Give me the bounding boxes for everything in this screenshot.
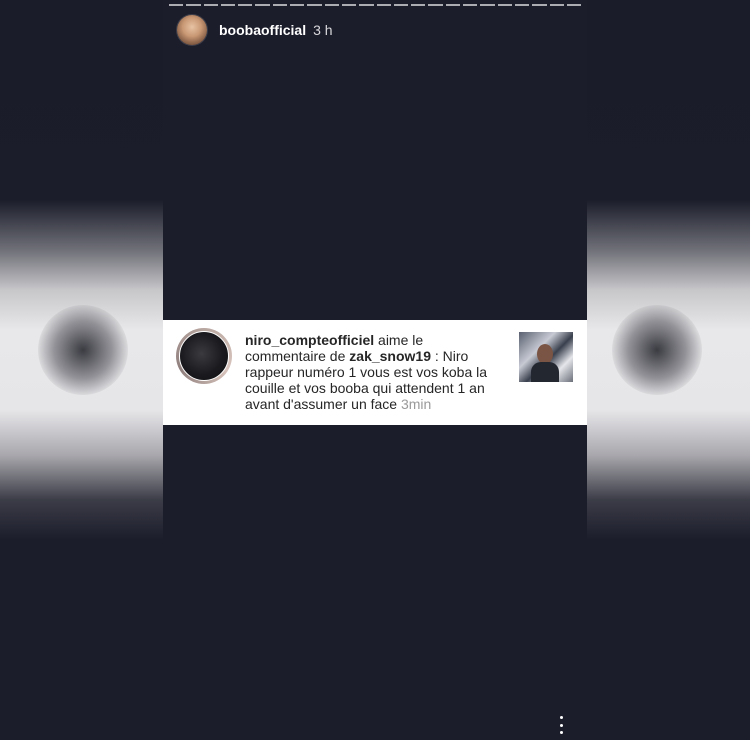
progress-segment bbox=[445, 4, 461, 6]
activity-notification-card: niro_compteofficiel aime le commentaire … bbox=[163, 320, 587, 425]
profile-avatar[interactable] bbox=[177, 15, 207, 45]
notification-time: 3min bbox=[400, 396, 432, 412]
progress-segment bbox=[497, 4, 512, 6]
progress-segment bbox=[532, 4, 547, 6]
story-header: boobaofficial 3 h bbox=[177, 14, 333, 46]
progress-segment bbox=[376, 4, 391, 6]
progress-segment bbox=[272, 4, 288, 6]
progress-segment bbox=[238, 4, 253, 6]
blurred-avatar-right bbox=[612, 305, 702, 395]
notification-mention[interactable]: zak_snow19 bbox=[349, 348, 431, 364]
progress-segment bbox=[341, 4, 357, 6]
story-username[interactable]: boobaofficial bbox=[219, 22, 306, 38]
progress-segment bbox=[514, 4, 530, 6]
progress-segment bbox=[393, 4, 409, 6]
notification-avatar-ring[interactable] bbox=[176, 328, 232, 384]
thumbnail-face bbox=[537, 344, 553, 364]
story-time: 3 h bbox=[313, 22, 333, 38]
progress-segment bbox=[186, 4, 201, 6]
progress-segment bbox=[480, 4, 495, 6]
progress-segment bbox=[169, 4, 184, 6]
progress-segment bbox=[290, 4, 305, 6]
progress-segment bbox=[428, 4, 443, 6]
more-vertical-icon[interactable] bbox=[555, 714, 567, 736]
more-dot bbox=[559, 723, 563, 727]
progress-segment bbox=[463, 4, 478, 6]
progress-segment bbox=[549, 4, 564, 6]
story-viewer[interactable]: boobaofficial 3 h niro_compteofficiel ai… bbox=[163, 0, 587, 740]
thumbnail-figure bbox=[531, 362, 559, 382]
notification-avatar bbox=[179, 331, 229, 381]
story-progress-bar bbox=[169, 4, 582, 6]
blurred-right-backdrop bbox=[587, 0, 750, 740]
notification-text: niro_compteofficiel aime le commentaire … bbox=[245, 332, 495, 412]
progress-segment bbox=[566, 4, 582, 6]
post-thumbnail[interactable] bbox=[519, 332, 573, 382]
more-dot bbox=[559, 716, 563, 719]
progress-segment bbox=[307, 4, 322, 6]
notification-actor[interactable]: niro_compteofficiel bbox=[245, 332, 374, 348]
progress-segment bbox=[220, 4, 236, 6]
progress-segment bbox=[411, 4, 426, 6]
more-dot bbox=[559, 731, 563, 734]
progress-segment bbox=[203, 4, 218, 6]
blurred-left-backdrop bbox=[0, 0, 163, 740]
progress-segment bbox=[359, 4, 374, 6]
blurred-avatar-left bbox=[38, 305, 128, 395]
progress-segment bbox=[324, 4, 339, 6]
progress-segment bbox=[255, 4, 270, 6]
